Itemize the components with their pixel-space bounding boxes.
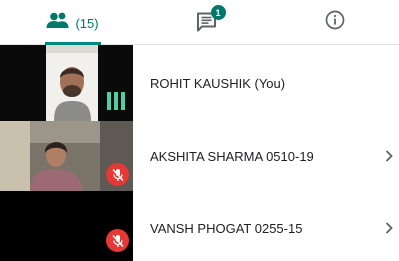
video-tile — [0, 191, 133, 261]
tab-bar: (15) 1 — [0, 0, 399, 45]
mic-off-icon — [106, 163, 129, 186]
video-tile — [0, 45, 133, 121]
participant-count: (15) — [75, 15, 99, 31]
audio-level-icon — [106, 92, 126, 110]
unread-badge: 1 — [210, 5, 226, 20]
participant-name: AKSHITA SHARMA 0510-19 — [150, 149, 314, 164]
tab-chat[interactable]: 1 — [145, 0, 270, 44]
chevron-right-icon[interactable] — [383, 221, 395, 235]
tab-info[interactable] — [270, 0, 399, 44]
participant-row[interactable]: AKSHITA SHARMA 0510-19 — [0, 121, 399, 191]
video-tile — [0, 121, 133, 191]
tab-people[interactable]: (15) — [0, 0, 145, 45]
chat-icon — [196, 12, 218, 37]
chevron-right-icon[interactable] — [383, 149, 395, 163]
participant-name: VANSH PHOGAT 0255-15 — [150, 221, 303, 236]
participant-row[interactable]: VANSH PHOGAT 0255-15 — [0, 191, 399, 261]
people-icon — [46, 12, 70, 33]
participant-list: ROHIT KAUSHIK (You) AKSHITA SHARMA 0510-… — [0, 45, 399, 261]
info-icon — [325, 10, 345, 35]
mic-off-icon — [106, 229, 129, 252]
participant-row: ROHIT KAUSHIK (You) — [0, 45, 399, 121]
participant-name: ROHIT KAUSHIK (You) — [150, 76, 286, 91]
